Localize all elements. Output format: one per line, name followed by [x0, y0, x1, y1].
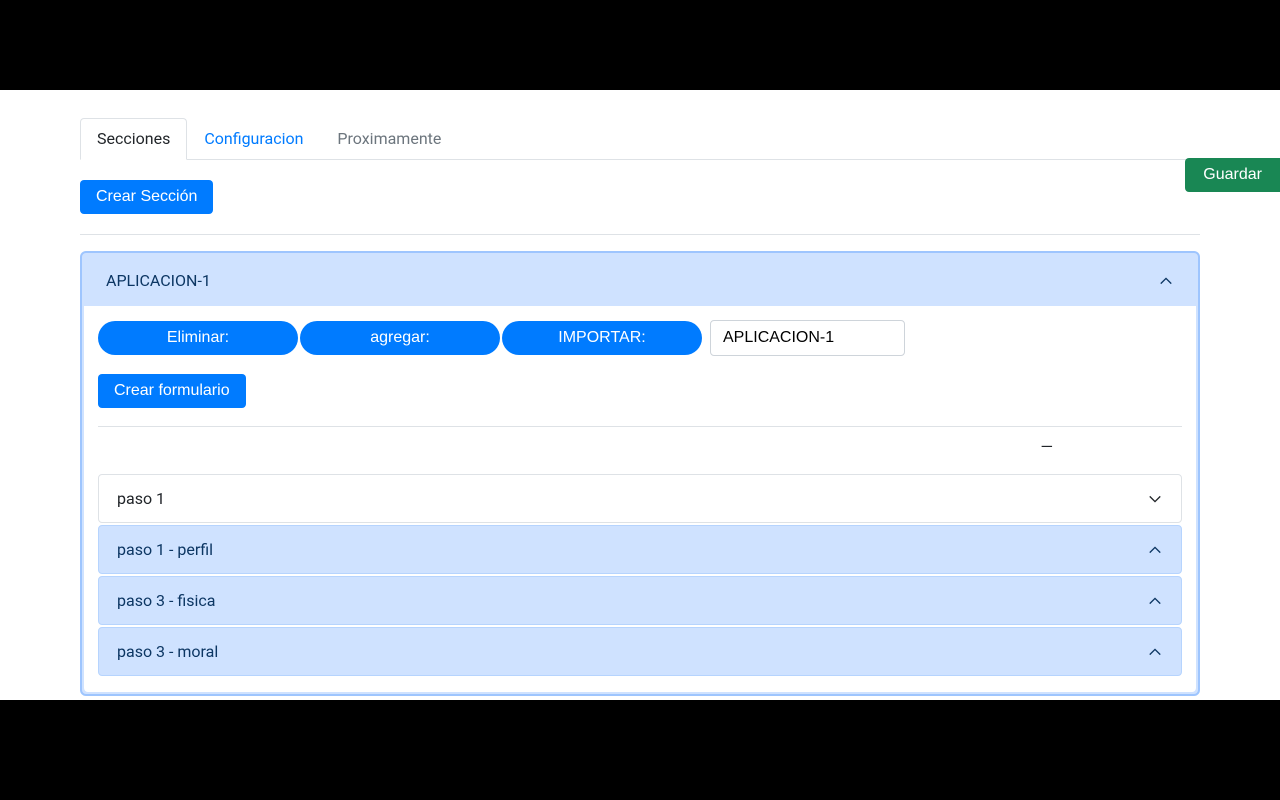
- form-item-label: paso 1 - perfil: [117, 540, 213, 559]
- form-item: paso 3 - moral: [98, 627, 1182, 676]
- tab-secciones[interactable]: Secciones: [80, 118, 187, 160]
- chevron-up-icon: [1147, 593, 1163, 609]
- chevron-up-icon: [1147, 542, 1163, 558]
- form-item-label: paso 3 - fisica: [117, 591, 215, 610]
- section-title: APLICACION-1: [106, 271, 211, 290]
- importar-button[interactable]: IMPORTAR:: [502, 321, 702, 355]
- chevron-up-icon: [1147, 644, 1163, 660]
- eliminar-button[interactable]: Eliminar:: [98, 321, 298, 355]
- form-item-header[interactable]: paso 1 - perfil: [99, 526, 1181, 573]
- dash-indicator: —: [98, 437, 1182, 456]
- form-item-header[interactable]: paso 1: [99, 475, 1181, 522]
- create-section-button[interactable]: Crear Sección: [80, 180, 213, 214]
- form-item: paso 1 - perfil: [98, 525, 1182, 574]
- save-button[interactable]: Guardar: [1185, 158, 1280, 192]
- section-action-group: Eliminar: agregar: IMPORTAR:: [98, 320, 1182, 356]
- form-item-label: paso 1: [117, 489, 165, 508]
- tab-proximamente[interactable]: Proximamente: [320, 118, 458, 159]
- chevron-down-icon: [1147, 491, 1163, 507]
- section-accordion: APLICACION-1 Eliminar: agregar: IMPORTAR…: [80, 251, 1200, 696]
- section-accordion-header[interactable]: APLICACION-1: [84, 255, 1196, 306]
- form-item-label: paso 3 - moral: [117, 642, 218, 661]
- form-item-header[interactable]: paso 3 - moral: [99, 628, 1181, 675]
- agregar-button[interactable]: agregar:: [300, 321, 500, 355]
- form-item: paso 3 - fisica: [98, 576, 1182, 625]
- section-name-input[interactable]: [710, 320, 905, 356]
- tabs-nav: Secciones Configuracion Proximamente: [80, 118, 1200, 160]
- create-form-button[interactable]: Crear formulario: [98, 374, 246, 408]
- form-item: paso 1: [98, 474, 1182, 523]
- forms-list: paso 1 paso 1 - perfil: [98, 474, 1182, 676]
- tab-configuracion[interactable]: Configuracion: [187, 118, 320, 159]
- form-item-header[interactable]: paso 3 - fisica: [99, 577, 1181, 624]
- chevron-up-icon: [1158, 273, 1174, 289]
